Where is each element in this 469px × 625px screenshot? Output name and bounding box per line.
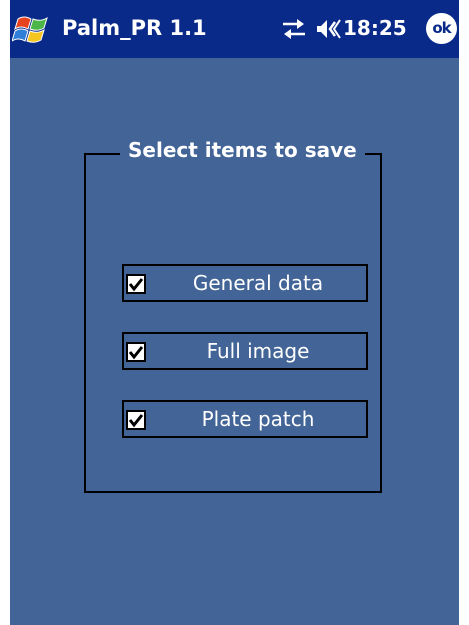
pocketpc-screen: Palm_PR 1.1 18:25 ok Select items to sav… — [10, 0, 459, 625]
plate-patch-label: Plate patch — [201, 407, 315, 431]
checkbox-checked-icon[interactable] — [126, 274, 146, 294]
general-data-label: General data — [192, 271, 324, 295]
full-image-label: Full image — [206, 339, 310, 363]
groupbox-legend: Select items to save — [120, 135, 365, 165]
general-data-checkbox[interactable]: General data — [122, 264, 368, 302]
plate-patch-checkbox[interactable]: Plate patch — [122, 400, 368, 438]
windows-flag-icon[interactable] — [11, 10, 52, 48]
save-items-groupbox — [84, 153, 382, 493]
checkbox-checked-icon[interactable] — [126, 342, 146, 362]
ok-button[interactable]: ok — [426, 13, 457, 44]
speaker-volume-icon[interactable] — [315, 16, 341, 42]
title-bar: Palm_PR 1.1 18:25 ok — [10, 0, 459, 58]
clock[interactable]: 18:25 — [343, 15, 407, 41]
connectivity-arrows-icon[interactable] — [281, 16, 307, 42]
app-title: Palm_PR 1.1 — [62, 16, 207, 40]
checkbox-checked-icon[interactable] — [126, 410, 146, 430]
full-image-checkbox[interactable]: Full image — [122, 332, 368, 370]
